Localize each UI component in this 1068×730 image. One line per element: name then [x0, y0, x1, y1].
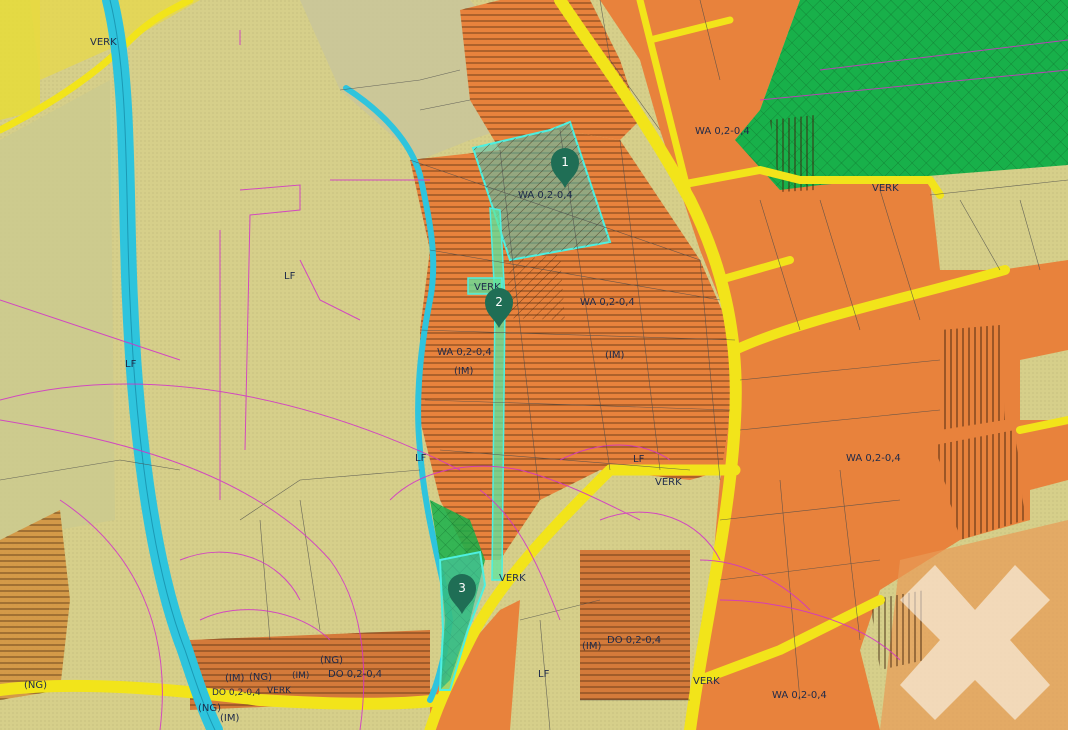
marker-label: 3 — [458, 581, 466, 595]
zoning-map[interactable]: VERK VERK VERK VERK VERK VERK VERK LF LF… — [0, 0, 1068, 730]
map-label: DO 0,2-0,4 — [212, 688, 261, 698]
map-label: DO 0,2-0,4 — [328, 669, 382, 680]
map-label: VERK — [90, 37, 117, 48]
map-label: WA 0,2-0,4 — [518, 190, 573, 201]
marker-label: 2 — [495, 295, 503, 309]
map-label: LF — [125, 359, 137, 370]
map-label: VERK — [655, 477, 682, 488]
marker-label: 1 — [561, 155, 569, 169]
map-label: (IM) — [292, 671, 309, 681]
map-label: (IM) — [454, 366, 473, 377]
map-label: LF — [284, 271, 296, 282]
village-hatch — [0, 510, 70, 700]
field-area — [0, 80, 115, 540]
hatched-lot — [940, 325, 1005, 430]
map-label: (IM) — [225, 673, 244, 684]
map-label: WA 0,2-0,4 — [846, 453, 901, 464]
map-label: VERK — [267, 686, 292, 696]
map-label: (NG) — [24, 680, 47, 691]
village-hatch — [580, 550, 690, 700]
map-label: VERK — [872, 183, 899, 194]
map-label: WA 0,2-0,4 — [437, 347, 492, 358]
map-label: DO 0,2-0,4 — [607, 635, 661, 646]
map-label: LF — [633, 454, 645, 465]
map-label: (IM) — [582, 641, 601, 652]
map-label: WA 0,2-0,4 — [695, 126, 750, 137]
map-label: VERK — [499, 573, 526, 584]
map-label: (NG) — [249, 672, 272, 683]
map-label: WA 0,2-0,4 — [580, 297, 635, 308]
map-label: LF — [415, 453, 427, 464]
map-label: (IM) — [220, 713, 239, 724]
map-label: WA 0,2-0,4 — [772, 690, 827, 701]
map-label: VERK — [693, 676, 720, 687]
map-label: (NG) — [198, 703, 221, 714]
map-label: (NG) — [320, 655, 343, 666]
map-label: LF — [538, 669, 550, 680]
map-label: (IM) — [605, 350, 624, 361]
